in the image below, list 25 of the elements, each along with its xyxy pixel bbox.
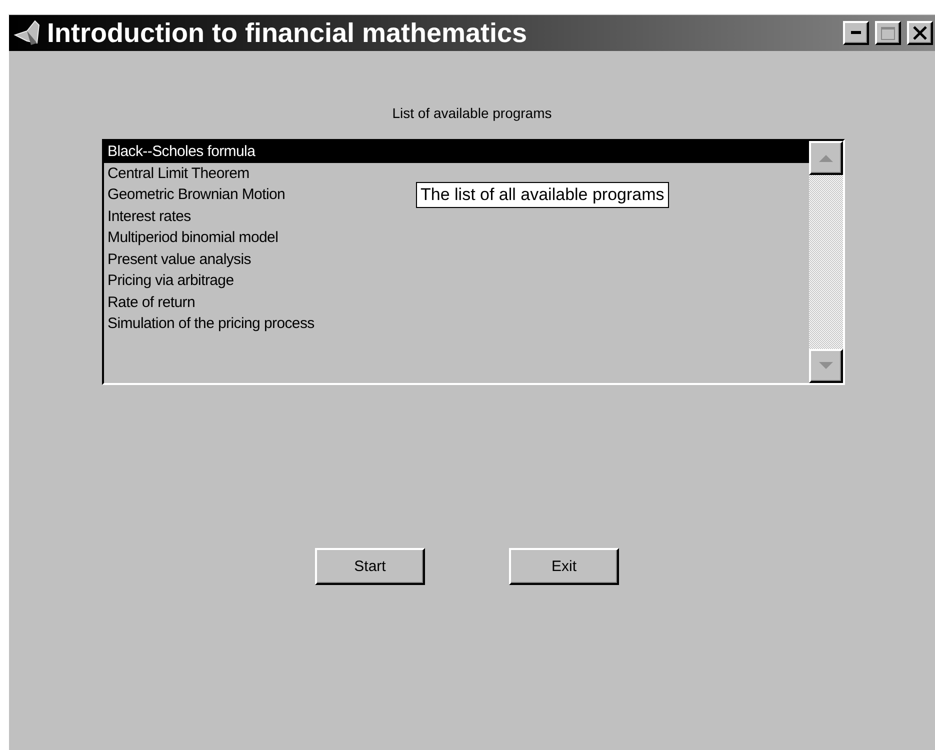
down-arrow-icon	[818, 362, 832, 370]
list-item[interactable]: Simulation of the pricing process	[104, 313, 314, 334]
maximize-button[interactable]	[875, 21, 901, 45]
list-item[interactable]: Geometric Brownian Motion	[104, 184, 286, 206]
list-item[interactable]: Present value analysis	[104, 248, 251, 270]
tooltip: The list of all available programs	[416, 182, 670, 208]
program-list[interactable]	[102, 139, 844, 385]
list-item[interactable]: Pricing via arbitrage	[104, 270, 234, 292]
list-label: List of available programs	[392, 105, 552, 121]
maximize-icon	[881, 26, 895, 40]
list-item[interactable]: Multiperiod binomial model	[104, 227, 278, 248]
window-title: Introduction to financial mathematics	[47, 18, 528, 48]
list-item[interactable]: Black--Scholes formula	[104, 141, 808, 162]
action-button[interactable]: Start	[315, 548, 425, 585]
list-item[interactable]: Interest rates	[104, 206, 191, 227]
action-button[interactable]: Exit	[509, 548, 619, 585]
close-button[interactable]	[907, 21, 933, 45]
close-icon	[913, 26, 927, 40]
list-item[interactable]: Rate of return	[104, 292, 196, 313]
list-item[interactable]: Central Limit Theorem	[104, 162, 250, 184]
scroll-down-button[interactable]	[808, 349, 842, 383]
scroll-up-button[interactable]	[808, 141, 842, 175]
up-arrow-icon	[818, 154, 832, 162]
minimize-icon	[851, 31, 861, 35]
minimize-button[interactable]	[843, 21, 869, 45]
